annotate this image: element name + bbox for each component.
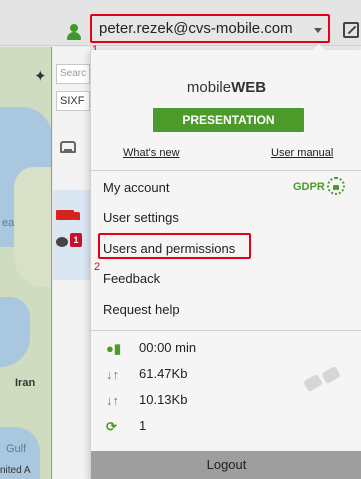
refresh-icon: ⟳ <box>106 419 117 434</box>
whats-new-link[interactable]: What's new <box>123 147 180 159</box>
download-icon: ↓↑ <box>106 367 119 382</box>
menu-item-request-help[interactable]: Request help <box>103 302 180 317</box>
menu-item-feedback[interactable]: Feedback <box>103 271 160 286</box>
divider <box>91 330 361 331</box>
search-input[interactable]: Searc <box>56 64 90 84</box>
brand-logo: mobileWEB <box>186 79 267 96</box>
user-manual-link[interactable]: User manual <box>271 147 333 159</box>
chat-icon[interactable] <box>56 237 68 247</box>
car-icon[interactable] <box>60 141 76 153</box>
map-view[interactable]: ✦ ea Iran Gulf nited A <box>0 47 52 479</box>
lock-icon[interactable] <box>327 177 345 195</box>
message-count-badge: 1 <box>70 233 82 247</box>
map-label: nited A <box>0 465 31 476</box>
user-email: peter.rezek@cvs-mobile.com <box>99 20 293 37</box>
connection-icon: ●▮ <box>106 341 122 356</box>
vehicle-filter-field[interactable]: SIXF <box>56 91 90 111</box>
vehicle-list-panel: Searc SIXF 1 <box>53 47 90 479</box>
top-bar: peter.rezek@cvs-mobile.com 1 <box>0 0 361 56</box>
presentation-button[interactable]: PRESENTATION <box>153 108 304 132</box>
map-label: Iran <box>15 377 36 389</box>
map-label: Gulf <box>6 443 27 455</box>
gdpr-link[interactable]: GDPR <box>293 181 325 193</box>
user-icon <box>67 24 81 40</box>
chevron-down-icon <box>314 28 322 33</box>
highlight-box <box>98 233 251 259</box>
annotation-number: 2 <box>94 261 101 273</box>
logout-button[interactable]: Logout <box>91 451 361 479</box>
menu-item-user-settings[interactable]: User settings <box>103 210 179 225</box>
dropdown-arrow <box>312 44 326 51</box>
plug-icon <box>301 365 345 395</box>
map-label: ea <box>2 217 15 229</box>
user-menu-button[interactable]: peter.rezek@cvs-mobile.com <box>90 14 330 43</box>
pin-icon[interactable]: ✦ <box>34 67 47 85</box>
divider <box>91 170 361 171</box>
user-dropdown-menu: mobileWEB PRESENTATION What's new User m… <box>90 50 361 479</box>
menu-item-my-account[interactable]: My account <box>103 180 169 195</box>
upload-icon: ↓↑ <box>106 393 119 408</box>
expand-icon[interactable] <box>343 22 359 38</box>
truck-icon <box>56 210 80 220</box>
